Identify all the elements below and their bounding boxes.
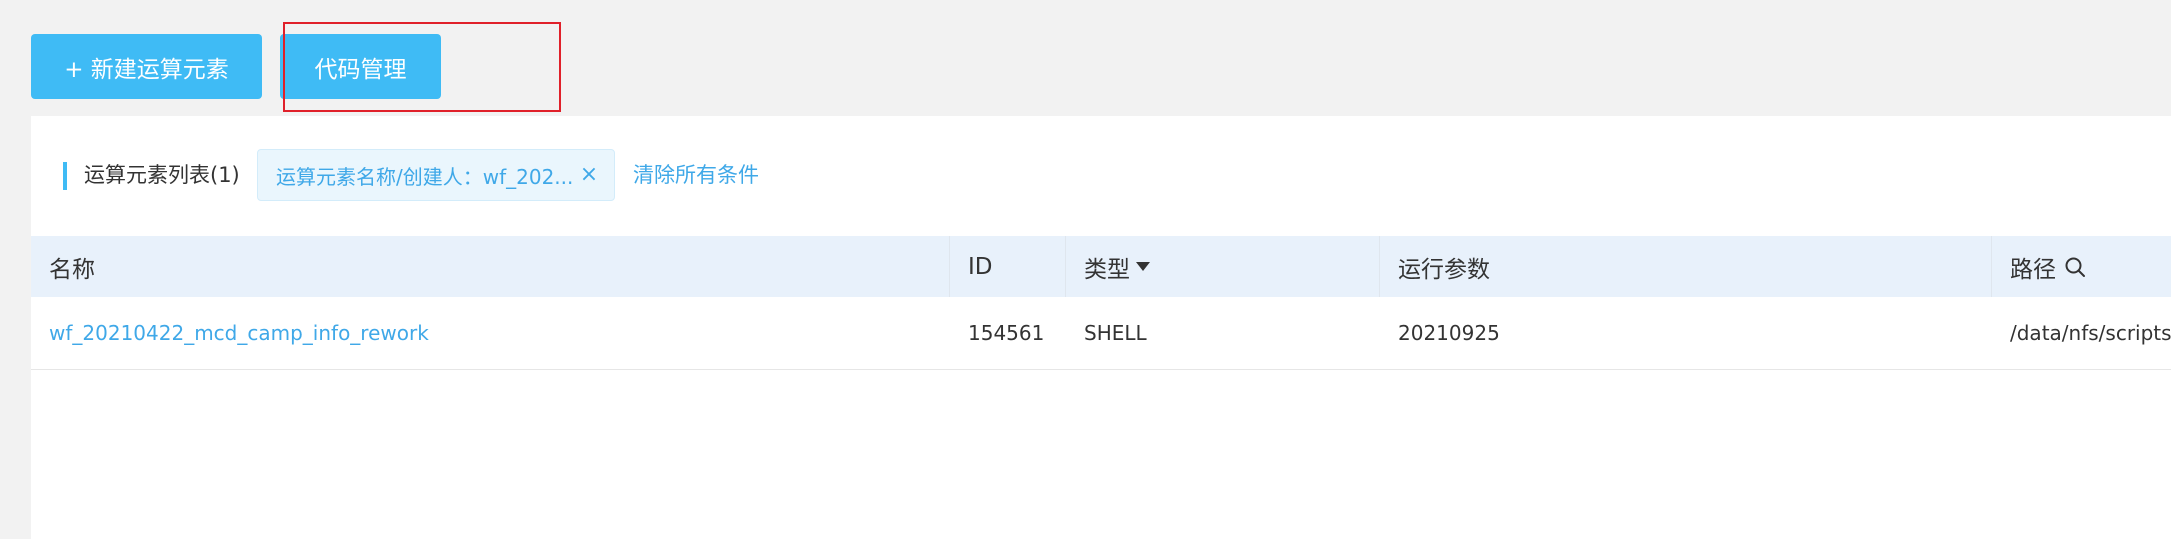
list-title: 运算元素列表(1) [84,163,240,187]
toolbar: + 新建运算元素 代码管理 [0,0,2171,116]
filter-bar: 运算元素列表(1) 运算元素名称/创建人：wf_202... × 清除所有条件 [31,116,2171,236]
column-header-params: 运行参数 [1380,236,1992,297]
table-row: wf_20210422_mcd_camp_info_rework 154561 … [31,297,2171,370]
element-name-link[interactable]: wf_20210422_mcd_camp_info_rework [31,297,950,369]
filter-tag: 运算元素名称/创建人：wf_202... × [257,149,615,201]
close-icon[interactable]: × [578,160,600,190]
column-header-name: 名称 [31,236,950,297]
clear-all-conditions-link[interactable]: 清除所有条件 [633,159,759,189]
column-name-label: 名称 [49,256,95,283]
table-header: 名称 ID 类型 运行参数 路径 [31,236,2171,297]
code-management-button[interactable]: 代码管理 [280,34,441,99]
column-header-type: 类型 [1066,236,1380,297]
column-header-id: ID [950,236,1066,297]
title-accent-bar [63,162,67,190]
column-params-label: 运行参数 [1398,256,1490,283]
element-list-panel: 运算元素列表(1) 运算元素名称/创建人：wf_202... × 清除所有条件 … [31,116,2171,539]
column-header-path: 路径 [1992,236,2171,297]
element-type: SHELL [1084,321,1147,345]
filter-tag-label: 运算元素名称/创建人：wf_202... [276,164,572,189]
search-icon[interactable] [2064,256,2086,278]
column-type-label: 类型 [1084,256,1130,283]
element-path: /data/nfs/scripts/ [2010,321,2171,345]
element-params: 20210925 [1398,321,1500,345]
element-id: 154561 [968,321,1045,345]
new-element-button[interactable]: + 新建运算元素 [31,34,262,99]
column-path-label: 路径 [2010,256,2056,283]
column-id-label: ID [968,253,993,280]
caret-down-icon[interactable] [1136,262,1150,271]
